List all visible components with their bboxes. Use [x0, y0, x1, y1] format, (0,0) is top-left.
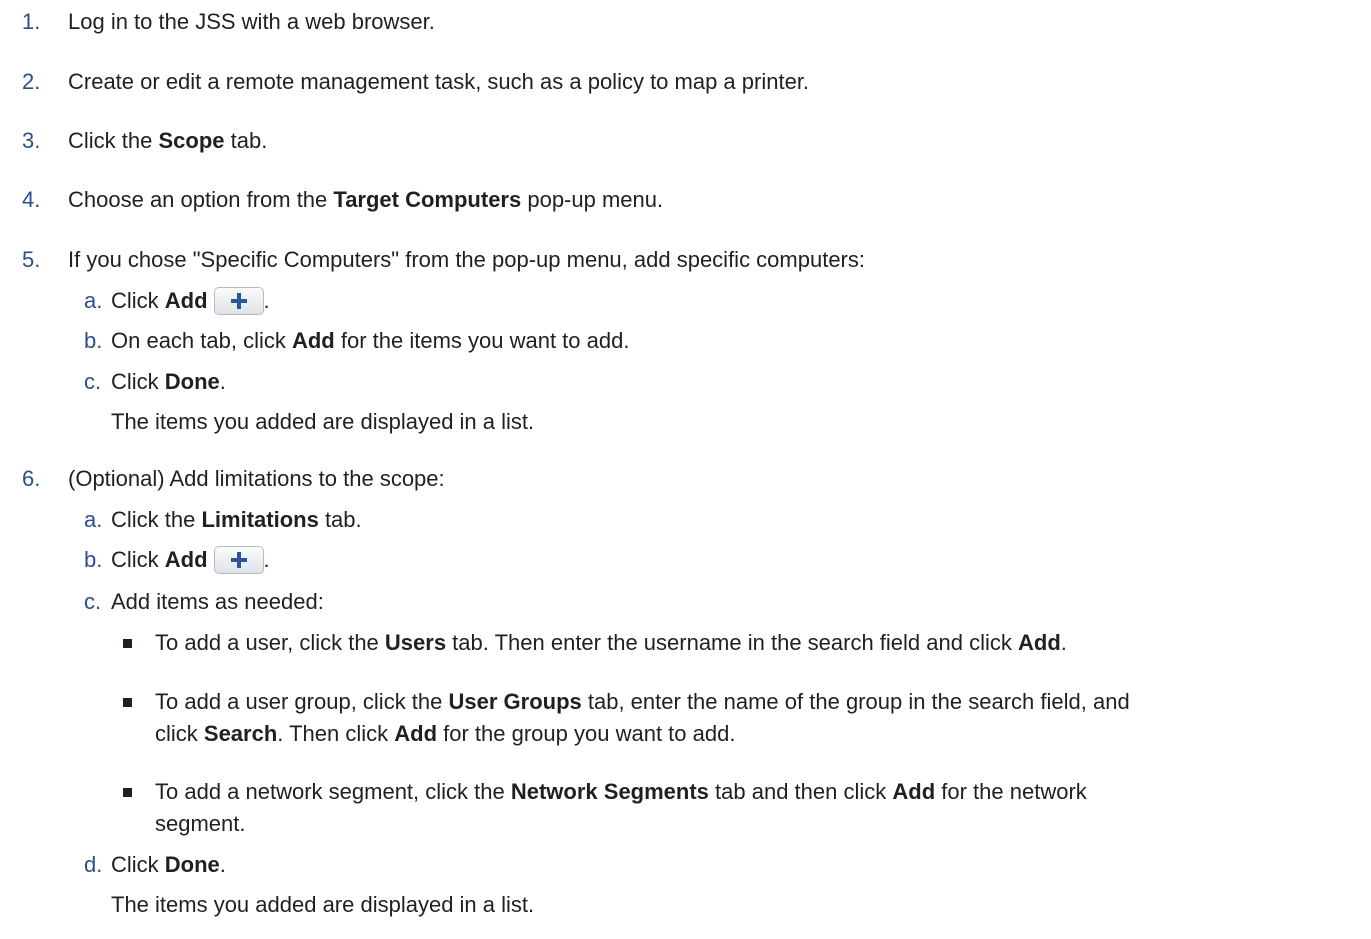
text-run: Choose an option from the — [68, 187, 334, 212]
substep-letter: c. — [84, 589, 102, 614]
step-number: 1. — [22, 9, 41, 34]
text-run: . — [1060, 630, 1067, 655]
substep-text: Click the Limitations tab. — [111, 505, 362, 535]
plus-icon — [230, 293, 247, 309]
step-number: 4. — [22, 187, 41, 212]
text-run: On each tab, click — [111, 328, 292, 353]
substep-text: Click Add. — [111, 286, 270, 316]
text-run: Click the — [68, 128, 159, 153]
ui-term: Network Segments — [510, 779, 709, 804]
text-run: tab. Then enter the username in the sear… — [446, 630, 1018, 655]
bullet-text: segment. — [155, 811, 246, 836]
substep-letter: a. — [84, 507, 103, 532]
text-run: tab. — [224, 128, 268, 153]
square-bullet — [123, 788, 132, 797]
substep-text: Click Done. — [111, 367, 226, 397]
text-run: tab. — [318, 507, 362, 532]
text-run: To add a user group, click the — [155, 689, 449, 714]
bullet-text: To add a user group, click the User Grou… — [155, 687, 1130, 717]
substep-letter: b. — [84, 547, 103, 572]
substep-letter: b. — [84, 328, 103, 353]
ui-term: Add — [892, 779, 936, 804]
text-run: for the group you want to add. — [437, 721, 736, 746]
substep-letter: d. — [84, 852, 103, 877]
procedure-page: 1. Log in to the JSS with a web browser.… — [0, 0, 1371, 939]
text-run: Click the — [111, 507, 202, 532]
ui-term: Users — [384, 630, 447, 655]
ui-term: Done — [164, 852, 220, 877]
plus-icon — [230, 552, 247, 568]
ui-term: Done — [164, 369, 220, 394]
text-run: . — [263, 547, 270, 572]
square-bullet — [123, 639, 132, 648]
substep-text: On each tab, click Add for the items you… — [111, 326, 629, 356]
step-text: Log in to the JSS with a web browser. — [68, 9, 435, 34]
substep-letter: a. — [84, 288, 103, 313]
text-run: tab, enter the name of the group in the … — [581, 689, 1130, 714]
ui-term: Add — [1018, 630, 1061, 655]
step-number: 2. — [22, 69, 41, 94]
bullet-text: To add a network segment, click the Netw… — [155, 777, 1087, 807]
result-note: The items you added are displayed in a l… — [111, 892, 535, 917]
step-text: If you chose "Specific Computers" from t… — [68, 247, 865, 272]
text-run: for the network — [935, 779, 1087, 804]
text-run: . — [219, 852, 226, 877]
text-run: . — [263, 288, 270, 313]
bullet-text: click Search. Then click Add for the gro… — [155, 719, 735, 749]
ui-term: Add — [164, 288, 208, 313]
text-run: pop-up menu. — [521, 187, 664, 212]
substep-letter: c. — [84, 369, 102, 394]
substep-text: Add items as needed: — [111, 589, 324, 614]
text-run: . — [219, 369, 226, 394]
step-text: (Optional) Add limitations to the scope: — [68, 466, 445, 491]
result-note: The items you added are displayed in a l… — [111, 409, 535, 434]
ui-term: Add — [394, 721, 438, 746]
text-run: tab and then click — [708, 779, 893, 804]
text-run: for the items you want to add. — [334, 328, 630, 353]
ui-term: Target Computers — [333, 187, 522, 212]
ui-term: Search — [203, 721, 278, 746]
step-number: 3. — [22, 128, 41, 153]
ui-term: User Groups — [448, 689, 582, 714]
ui-term: Limitations — [201, 507, 319, 532]
text-run: Click — [111, 369, 165, 394]
text-run: Click — [111, 852, 165, 877]
substep-text: Click Add. — [111, 545, 270, 575]
step-number: 5. — [22, 247, 41, 272]
add-button-graphic — [213, 287, 264, 315]
add-button-graphic — [213, 546, 264, 574]
substep-text: Click Done. — [111, 850, 226, 880]
step-text: Create or edit a remote management task,… — [68, 69, 810, 94]
text-run: . Then click — [277, 721, 395, 746]
step-text: Choose an option from the Target Compute… — [68, 185, 663, 215]
text-run: To add a user, click the — [155, 630, 385, 655]
bullet-text: To add a user, click the Users tab. Then… — [155, 628, 1067, 658]
ui-term: Add — [164, 547, 208, 572]
text-run: click — [155, 721, 204, 746]
step-number: 6. — [22, 466, 41, 491]
text-run: Click — [111, 288, 165, 313]
text-run: To add a network segment, click the — [155, 779, 511, 804]
text-run: Click — [111, 547, 165, 572]
ui-term: Scope — [158, 128, 225, 153]
step-text: Click the Scope tab. — [68, 126, 267, 156]
square-bullet — [123, 698, 132, 707]
ui-term: Add — [291, 328, 335, 353]
